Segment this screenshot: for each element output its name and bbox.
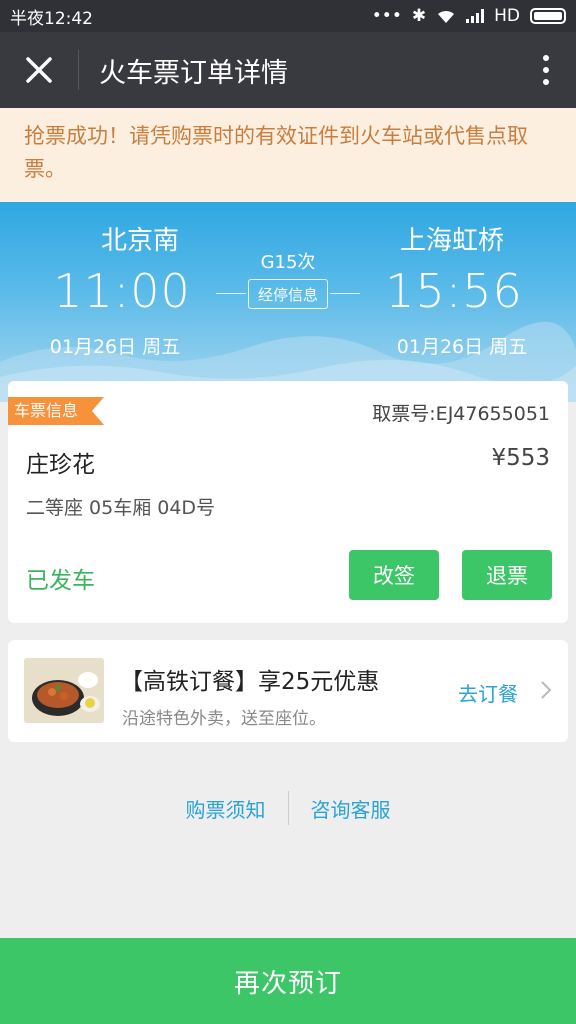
trip-header: 北京南 上海虹桥 G15次 11:00 15:56 经停信息 01月26日 周五…: [0, 202, 576, 402]
footer-links: 购票须知 咨询客服: [0, 788, 576, 828]
close-icon: [26, 57, 52, 83]
arrival-station: 上海虹桥: [399, 226, 504, 256]
arrival-date: 01月26日 周五: [396, 336, 528, 358]
change-ticket-button[interactable]: 改签: [349, 550, 439, 600]
more-vertical-icon: [543, 55, 549, 61]
status-icons: ••• ✱ HD: [372, 6, 566, 26]
route-line-left: [216, 293, 246, 294]
more-dots-icon: •••: [371, 6, 402, 26]
battery-icon: [530, 8, 566, 24]
departure-date: 01月26日 周五: [49, 336, 181, 358]
meal-promo-title: 【高铁订餐】享25元优惠: [120, 669, 380, 695]
network-type: HD: [494, 6, 520, 26]
arrival-time: 15:56: [385, 264, 523, 318]
ticket-info-ribbon: 车票信息: [8, 397, 105, 425]
meal-order-card[interactable]: 【高铁订餐】享25元优惠 沿途特色外卖，送至座位。 去订餐: [8, 640, 568, 742]
customer-service-link[interactable]: 咨询客服: [289, 794, 413, 823]
purchase-notice-link[interactable]: 购票须知: [164, 794, 288, 823]
rebook-button[interactable]: 再次预订: [0, 938, 576, 1024]
passenger-name: 庄珍花: [26, 452, 95, 478]
bluetooth-icon: ✱: [411, 6, 427, 26]
close-button[interactable]: [0, 32, 78, 108]
chevron-right-icon: [541, 681, 552, 699]
order-meal-link[interactable]: 去订餐: [458, 678, 518, 707]
route-line-right: [330, 293, 360, 294]
signal-icon: [466, 9, 485, 23]
ticket-card: 车票信息 取票号:EJ47655051 庄珍花 ¥553 二等座 05车厢 04…: [8, 381, 568, 623]
status-time: 半夜12:42: [10, 8, 93, 29]
ticket-price: ¥553: [491, 445, 550, 471]
wifi-icon: [438, 10, 455, 23]
seat-info: 二等座 05车厢 04D号: [26, 497, 216, 519]
status-bar: 半夜12:42 ••• ✱ HD: [0, 0, 576, 32]
refund-ticket-button[interactable]: 退票: [462, 550, 552, 600]
page-title: 火车票订单详情: [99, 57, 288, 89]
meal-promo-subtitle: 沿途特色外卖，送至座位。: [122, 709, 326, 729]
more-options-button[interactable]: [516, 32, 576, 108]
success-notice: 抢票成功！请凭购票时的有效证件到火车站或代售点取票。: [0, 108, 576, 202]
pickup-code: 取票号:EJ47655051: [372, 403, 550, 425]
train-number: G15次: [260, 252, 316, 273]
departure-station: 北京南: [100, 226, 179, 256]
stops-info-button[interactable]: 经停信息: [248, 279, 328, 309]
ticket-status: 已发车: [26, 568, 95, 594]
app-bar: 火车票订单详情: [0, 32, 576, 108]
meal-image: [24, 658, 104, 723]
departure-time: 11:00: [53, 264, 191, 318]
